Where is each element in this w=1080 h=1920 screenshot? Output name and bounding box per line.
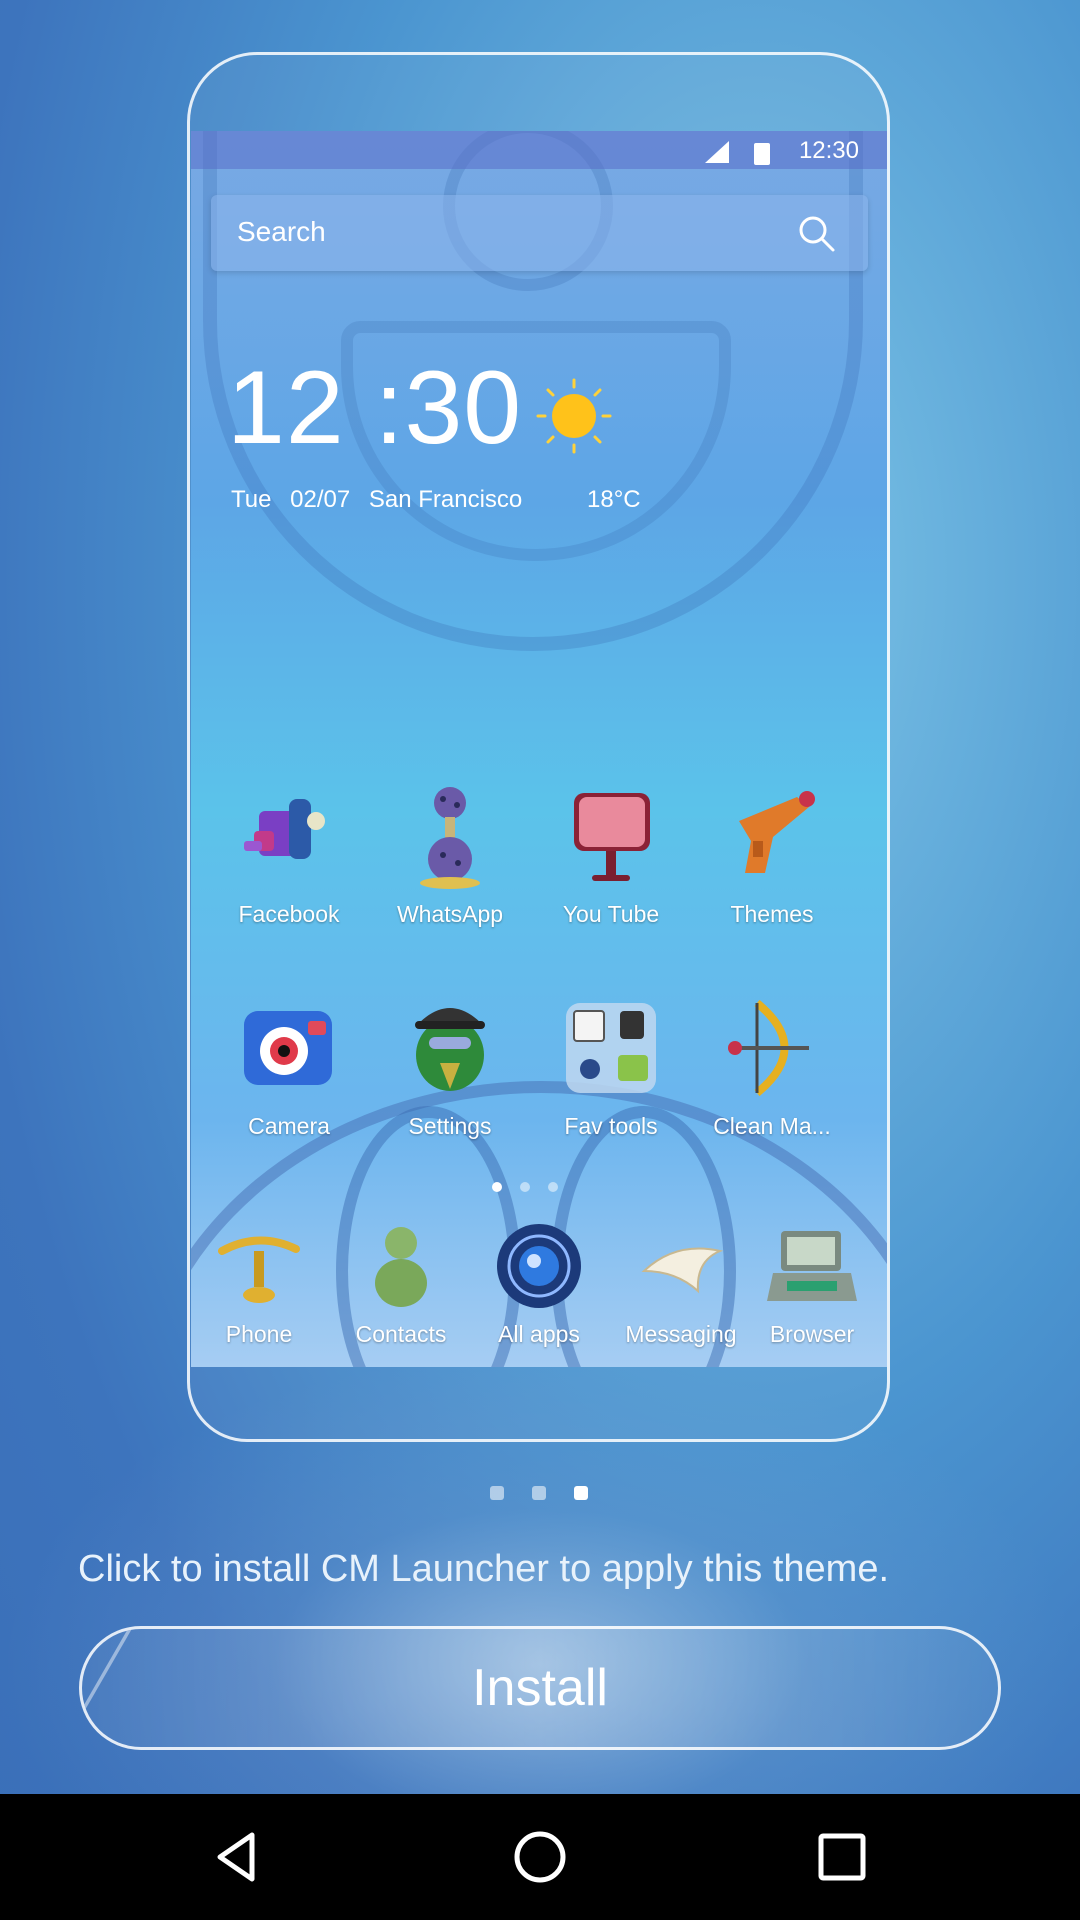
app-label: Camera (248, 1113, 330, 1139)
app-label: Facebook (238, 901, 340, 927)
page-dot (492, 1182, 502, 1192)
app-label: Browser (769, 1321, 855, 1347)
clock-time: 12 :30 (227, 350, 523, 466)
button-shine (82, 1629, 202, 1747)
page-dot (520, 1182, 530, 1192)
install-message: Click to install CM Launcher to apply th… (78, 1548, 890, 1590)
page-dot (548, 1182, 558, 1192)
fav-tools-icon (566, 1003, 656, 1093)
app-label: WhatsApp (396, 901, 504, 927)
browser-icon (767, 1231, 857, 1301)
app-fav-tools: Fav tools (536, 993, 686, 1140)
app-youtube: You Tube (536, 781, 686, 928)
app-facebook: Facebook (214, 781, 364, 928)
clean-master-icon (728, 999, 809, 1097)
facebook-icon (244, 799, 325, 859)
install-button[interactable]: Install (79, 1626, 1001, 1750)
whatsapp-icon (420, 787, 480, 889)
dock-all-apps: All apps (474, 1221, 604, 1348)
dock-messaging: Messaging (611, 1221, 751, 1348)
preview-search-bar: Search (211, 195, 868, 271)
pager-dot[interactable] (490, 1486, 504, 1500)
install-button-label: Install (472, 1659, 608, 1717)
clock-day: Tue (231, 486, 272, 513)
clock-temperature: 18°C (587, 486, 641, 513)
system-navigation-bar (0, 1794, 1080, 1920)
phone-icon (218, 1236, 300, 1303)
messaging-icon (641, 1247, 724, 1294)
app-label: Contacts (355, 1321, 447, 1347)
app-label: You Tube (562, 901, 660, 927)
all-apps-icon (497, 1224, 581, 1308)
themes-icon (739, 791, 815, 873)
app-label: Fav tools (564, 1113, 658, 1139)
clock-date-row: Tue 02/07 San Francisco (231, 486, 534, 514)
app-label: Clean Ma... (713, 1113, 831, 1139)
camera-icon (244, 1011, 332, 1085)
app-label: Themes (730, 901, 814, 927)
app-label: Settings (408, 1113, 492, 1139)
pager-dot[interactable] (532, 1486, 546, 1500)
settings-icon (415, 1008, 485, 1091)
app-clean-master: Clean Ma... (697, 993, 847, 1140)
theme-preview-screen: 12:30 Search 12 :30 Tue 02/07 San Franci… (191, 131, 887, 1367)
clock-date: 02/07 (290, 486, 351, 513)
dock-browser: Browser (747, 1221, 877, 1348)
search-label: Search (237, 216, 326, 247)
battery-icon (754, 143, 770, 165)
signal-icon (705, 141, 729, 163)
theme-preview-pager (490, 1486, 616, 1505)
recents-icon[interactable] (812, 1827, 872, 1887)
dock-contacts: Contacts (336, 1221, 466, 1348)
contacts-icon (375, 1227, 427, 1307)
back-icon[interactable] (208, 1827, 268, 1887)
dock-phone: Phone (199, 1221, 319, 1348)
sun-icon (536, 378, 612, 454)
app-label: Messaging (625, 1321, 737, 1347)
clock-city: San Francisco (368, 486, 523, 513)
app-label: All apps (498, 1321, 580, 1347)
pager-dot-active[interactable] (574, 1486, 588, 1500)
app-settings: Settings (375, 993, 525, 1140)
app-label: Phone (225, 1321, 293, 1347)
preview-status-bar: 12:30 (191, 131, 887, 169)
app-whatsapp: WhatsApp (375, 781, 525, 928)
status-time: 12:30 (798, 137, 859, 164)
youtube-icon (574, 793, 650, 881)
app-camera: Camera (214, 993, 364, 1140)
preview-page-indicator (492, 1179, 576, 1192)
home-icon[interactable] (510, 1827, 570, 1887)
search-icon (799, 216, 835, 252)
app-themes: Themes (697, 781, 847, 928)
